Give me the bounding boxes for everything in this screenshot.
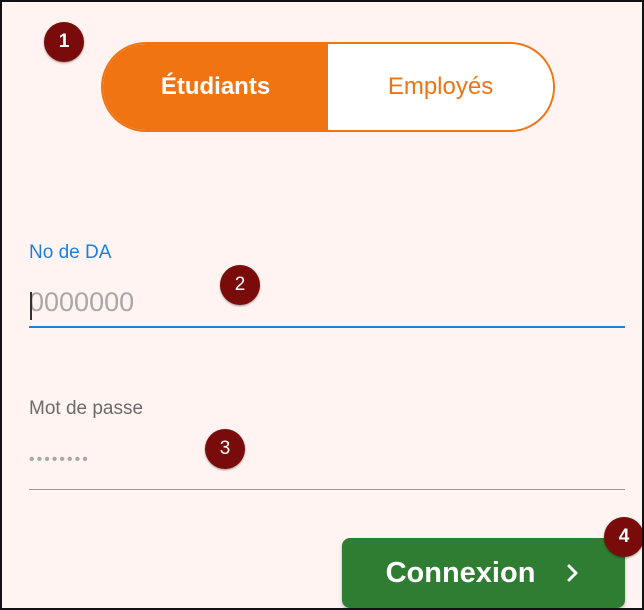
login-button[interactable]: Connexion <box>342 538 625 608</box>
login-panel: Étudiants Employés No de DA Mot de passe… <box>0 0 644 610</box>
tab-students[interactable]: Étudiants <box>103 44 328 130</box>
da-number-input[interactable] <box>29 284 625 328</box>
annotation-badge-3: 3 <box>205 429 245 469</box>
password-field-group: Mot de passe <box>29 398 625 490</box>
da-field-label: No de DA <box>29 242 112 263</box>
user-type-toggle: Étudiants Employés <box>101 42 555 132</box>
annotation-badge-2: 2 <box>220 265 260 305</box>
tab-employees[interactable]: Employés <box>328 44 553 130</box>
annotation-badge-1: 1 <box>44 22 84 62</box>
text-caret <box>30 292 32 320</box>
chevron-right-icon <box>565 562 581 584</box>
login-button-label: Connexion <box>385 556 536 589</box>
password-field-label: Mot de passe <box>29 398 144 419</box>
password-input[interactable] <box>29 438 625 490</box>
annotation-badge-4: 4 <box>604 517 642 557</box>
da-field-group: No de DA <box>29 242 625 328</box>
